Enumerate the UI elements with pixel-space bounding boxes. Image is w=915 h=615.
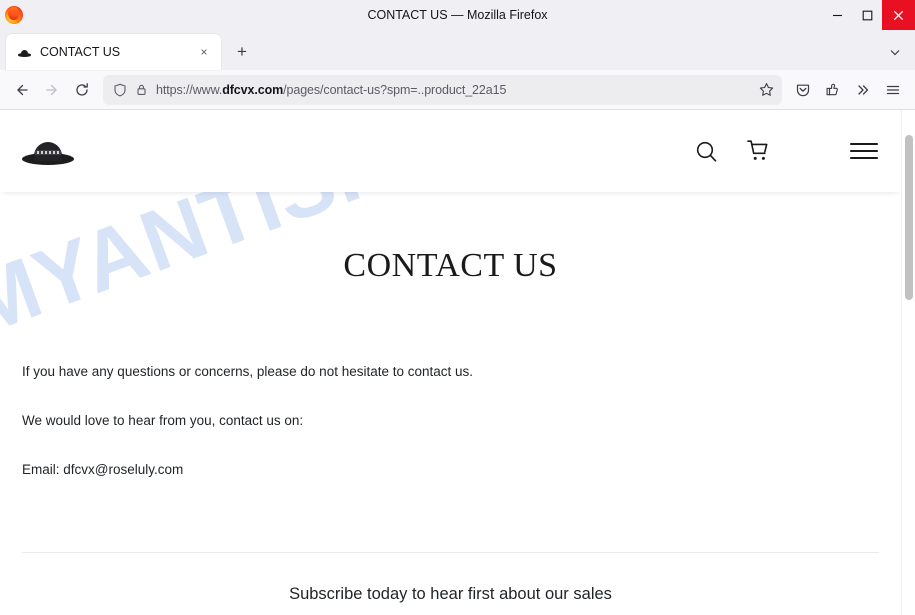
site-header-actions [694,138,879,164]
window-controls [822,0,915,30]
contact-paragraph-2: We would love to hear from you, contact … [22,412,304,428]
share-extension-button[interactable] [818,75,848,105]
navigation-toolbar: https://www.dfcvx.com/pages/contact-us?s… [0,70,915,110]
subscribe-section: Subscribe today to hear first about our … [0,585,901,615]
search-icon[interactable] [694,139,719,164]
page-scrollbar[interactable] [901,110,915,615]
site-logo-hat-icon[interactable] [22,132,74,170]
page-viewport: MYANTISPYWARE.COM CONTACT US If you have… [0,110,915,615]
close-window-button[interactable] [882,0,915,30]
connection-lock-icon[interactable] [135,83,148,96]
contact-email-line: Email: dfcvx@roseluly.com [22,461,184,477]
url-text[interactable]: https://www.dfcvx.com/pages/contact-us?s… [156,83,753,97]
title-bar: CONTACT US — Mozilla Firefox [0,0,915,30]
browser-tab[interactable]: CONTACT US × [6,34,221,70]
reload-button[interactable] [67,75,97,105]
forward-button[interactable] [37,75,67,105]
scrollbar-thumb[interactable] [905,135,913,300]
page-title: CONTACT US [343,247,558,284]
site-header [0,110,901,192]
url-bar[interactable]: https://www.dfcvx.com/pages/contact-us?s… [103,74,782,105]
url-host: dfcvx.com [222,82,284,97]
maximize-button[interactable] [852,0,882,30]
tab-title: CONTACT US [40,45,121,59]
section-divider [22,551,879,553]
new-tab-button[interactable]: + [227,37,257,67]
overflow-menu-button[interactable] [848,75,878,105]
list-all-tabs-button[interactable] [881,37,909,67]
contact-paragraph-1: If you have any questions or concerns, p… [22,364,474,379]
firefox-window: CONTACT US — Mozilla Firefox CONTACT US … [0,0,915,615]
bookmark-star-icon[interactable] [759,82,774,97]
hat-favicon-icon [18,46,31,59]
url-scheme: https://www. [156,82,223,97]
shopping-cart-icon[interactable] [745,138,771,164]
tracking-protection-shield-icon[interactable] [113,83,127,97]
site-menu-hamburger-icon[interactable] [849,140,879,162]
web-page: MYANTISPYWARE.COM CONTACT US If you have… [0,110,901,615]
tab-strip: CONTACT US × + [0,30,915,70]
back-button[interactable] [7,75,37,105]
close-tab-button[interactable]: × [195,43,213,61]
firefox-logo-icon [5,6,23,24]
url-path: /pages/contact-us?spm=..product_22a15 [283,82,507,97]
save-to-pocket-button[interactable] [788,75,818,105]
subscribe-title: Subscribe today to hear first about our … [289,584,612,603]
application-menu-button[interactable] [878,75,908,105]
window-title: CONTACT US — Mozilla Firefox [367,8,548,22]
minimize-button[interactable] [822,0,852,30]
main-content: CONTACT US If you have any questions or … [0,247,901,553]
